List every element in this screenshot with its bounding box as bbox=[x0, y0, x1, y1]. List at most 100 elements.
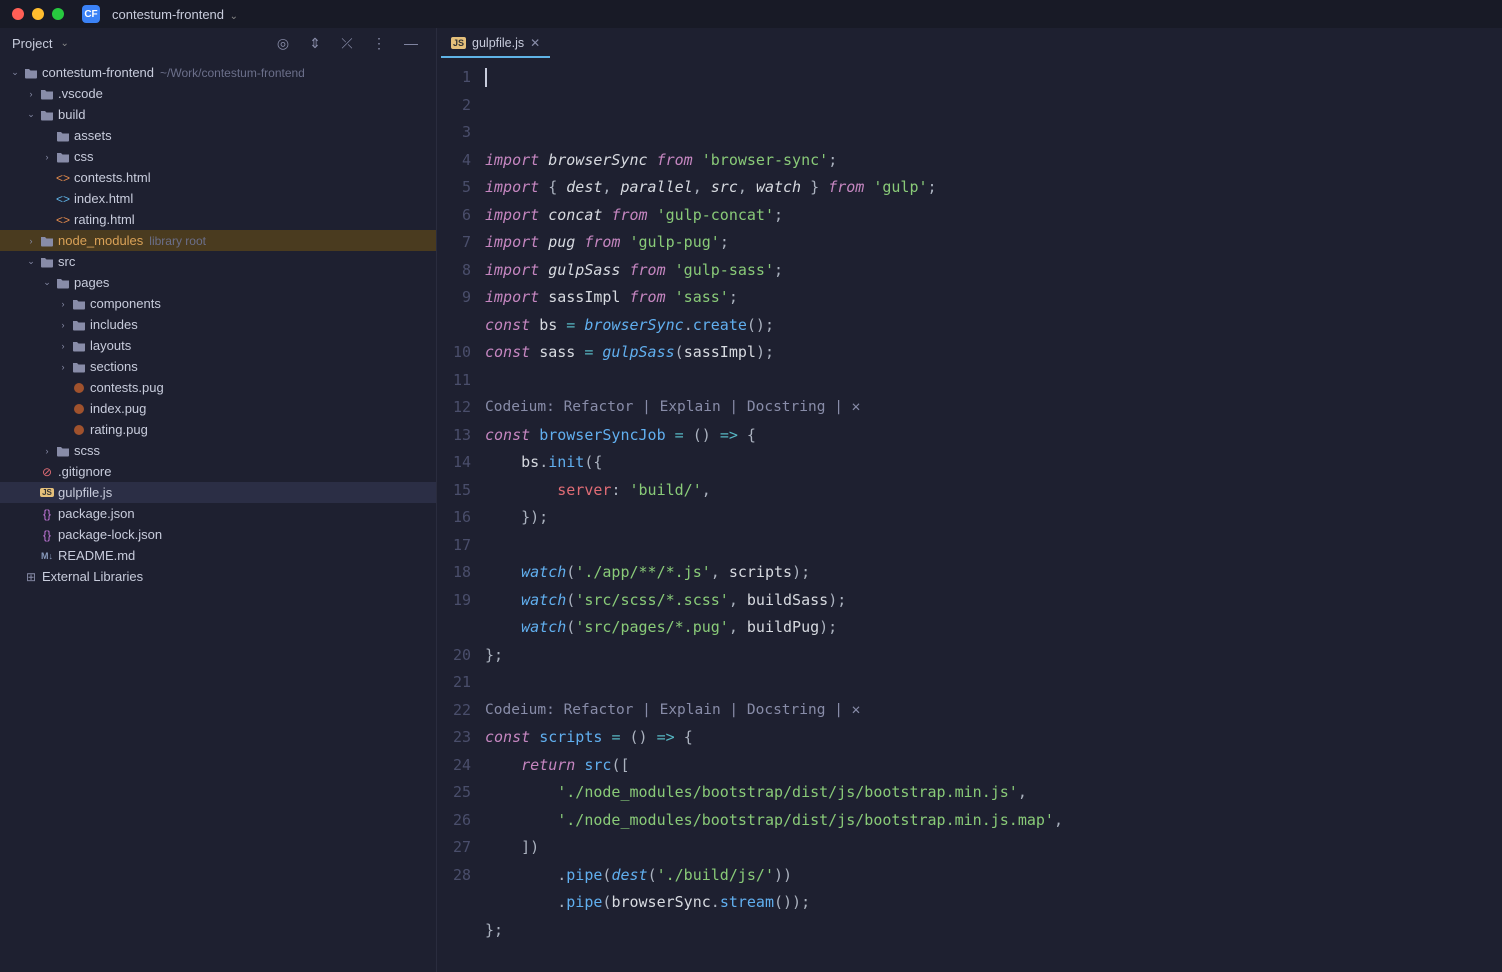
file-icon bbox=[70, 425, 88, 435]
code-line[interactable]: import sassImpl from 'sass'; bbox=[485, 284, 1502, 312]
app-title[interactable]: contestum-frontend ⌄ bbox=[112, 7, 238, 22]
tree-item[interactable]: <>rating.html bbox=[0, 209, 436, 230]
file-icon bbox=[38, 256, 56, 268]
maximize-window-button[interactable] bbox=[52, 8, 64, 20]
tree-item[interactable]: ›includes bbox=[0, 314, 436, 335]
hide-sidebar-icon[interactable]: — bbox=[398, 32, 424, 54]
code-line[interactable]: }; bbox=[485, 917, 1502, 945]
file-icon bbox=[70, 404, 88, 414]
tree-item[interactable]: ⊘.gitignore bbox=[0, 461, 436, 482]
tree-arrow-icon[interactable]: › bbox=[40, 446, 54, 456]
code-line[interactable]: import pug from 'gulp-pug'; bbox=[485, 229, 1502, 257]
file-icon: ⊞ bbox=[22, 570, 40, 584]
code-line[interactable] bbox=[485, 944, 1502, 972]
codelens[interactable]: Codeium: Refactor | Explain | Docstring … bbox=[485, 697, 1502, 725]
file-icon bbox=[54, 151, 72, 163]
tree-item[interactable]: ⌄src bbox=[0, 251, 436, 272]
file-icon bbox=[70, 340, 88, 352]
titlebar: CF contestum-frontend ⌄ bbox=[0, 0, 1502, 28]
project-header[interactable]: Project ⌄ ◎ ⇕ ⤫ ⋮ — bbox=[0, 28, 436, 58]
code-line[interactable]: watch('src/pages/*.pug', buildPug); bbox=[485, 614, 1502, 642]
tree-item[interactable]: <>index.html bbox=[0, 188, 436, 209]
code-line[interactable]: .pipe(dest('./build/js/')) bbox=[485, 862, 1502, 890]
options-icon[interactable]: ⋮ bbox=[366, 32, 392, 54]
tree-item[interactable]: index.pug bbox=[0, 398, 436, 419]
code-line[interactable]: import gulpSass from 'gulp-sass'; bbox=[485, 257, 1502, 285]
tree-item[interactable]: JSgulpfile.js bbox=[0, 482, 436, 503]
tree-item[interactable]: ⌄contestum-frontend~/Work/contestum-fron… bbox=[0, 62, 436, 83]
tree-item[interactable]: ›node_moduleslibrary root bbox=[0, 230, 436, 251]
tree-arrow-icon[interactable]: › bbox=[56, 320, 70, 330]
tree-item[interactable]: ⌄ pages bbox=[0, 272, 436, 293]
close-window-button[interactable] bbox=[12, 8, 24, 20]
tree-item[interactable]: {}package.json bbox=[0, 503, 436, 524]
code-line[interactable]: const bs = browserSync.create(); bbox=[485, 312, 1502, 340]
code-line[interactable]: bs.init({ bbox=[485, 449, 1502, 477]
tree-item[interactable]: <>contests.html bbox=[0, 167, 436, 188]
code-line[interactable]: }; bbox=[485, 642, 1502, 670]
tree-label: .gitignore bbox=[58, 464, 111, 479]
tree-item[interactable]: assets bbox=[0, 125, 436, 146]
tree-item[interactable]: ›sections bbox=[0, 356, 436, 377]
select-opened-file-icon[interactable]: ◎ bbox=[270, 32, 296, 54]
code-line[interactable]: server: 'build/', bbox=[485, 477, 1502, 505]
code-line[interactable]: import { dest, parallel, src, watch } fr… bbox=[485, 174, 1502, 202]
code-line[interactable]: './node_modules/bootstrap/dist/js/bootst… bbox=[485, 807, 1502, 835]
tree-arrow-icon[interactable]: ⌄ bbox=[40, 277, 54, 288]
tree-label: rating.pug bbox=[90, 422, 148, 437]
tree-item[interactable]: ⊞External Libraries bbox=[0, 566, 436, 587]
tree-item[interactable]: {}package-lock.json bbox=[0, 524, 436, 545]
code-line[interactable]: watch('src/scss/*.scss', buildSass); bbox=[485, 587, 1502, 615]
tree-item[interactable]: ›.vscode bbox=[0, 83, 436, 104]
tree-item[interactable]: contests.pug bbox=[0, 377, 436, 398]
code-line[interactable]: const sass = gulpSass(sassImpl); bbox=[485, 339, 1502, 367]
collapse-all-icon[interactable]: ⤫ bbox=[334, 32, 360, 54]
file-icon bbox=[70, 361, 88, 373]
chevron-down-icon: ⌄ bbox=[230, 11, 238, 22]
codelens[interactable]: Codeium: Refactor | Explain | Docstring … bbox=[485, 394, 1502, 422]
tree-label: pages bbox=[74, 275, 109, 290]
tree-arrow-icon[interactable]: ⌄ bbox=[24, 109, 38, 120]
tree-item[interactable]: ›scss bbox=[0, 440, 436, 461]
code-line[interactable]: './node_modules/bootstrap/dist/js/bootst… bbox=[485, 779, 1502, 807]
code-line[interactable] bbox=[485, 367, 1502, 395]
tree-item[interactable]: M↓README.md bbox=[0, 545, 436, 566]
code-line[interactable]: import browserSync from 'browser-sync'; bbox=[485, 147, 1502, 175]
tree-arrow-icon[interactable]: ⌄ bbox=[8, 67, 22, 78]
app-badge: CF bbox=[82, 5, 100, 23]
file-icon bbox=[70, 319, 88, 331]
tree-arrow-icon[interactable]: › bbox=[56, 362, 70, 372]
tree-arrow-icon[interactable]: › bbox=[56, 299, 70, 309]
code-line[interactable]: .pipe(browserSync.stream()); bbox=[485, 889, 1502, 917]
tree-arrow-icon[interactable]: › bbox=[40, 152, 54, 162]
tree-arrow-icon[interactable]: › bbox=[24, 89, 38, 99]
tree-item[interactable]: ›components bbox=[0, 293, 436, 314]
code-line[interactable]: ]) bbox=[485, 834, 1502, 862]
code-line[interactable]: watch('./app/**/*.js', scripts); bbox=[485, 559, 1502, 587]
tree-arrow-icon[interactable]: › bbox=[56, 341, 70, 351]
code-line[interactable]: return src([ bbox=[485, 752, 1502, 780]
expand-all-icon[interactable]: ⇕ bbox=[302, 32, 328, 54]
file-icon: M↓ bbox=[38, 551, 56, 561]
tree-arrow-icon[interactable]: › bbox=[24, 236, 38, 246]
code-line[interactable] bbox=[485, 532, 1502, 560]
code-line[interactable] bbox=[485, 669, 1502, 697]
tree-item[interactable]: ⌄build bbox=[0, 104, 436, 125]
tree-item[interactable]: ›layouts bbox=[0, 335, 436, 356]
tree-item[interactable]: ›css bbox=[0, 146, 436, 167]
code-line[interactable]: import concat from 'gulp-concat'; bbox=[485, 202, 1502, 230]
tree-item[interactable]: rating.pug bbox=[0, 419, 436, 440]
tree-arrow-icon[interactable]: ⌄ bbox=[24, 256, 38, 267]
editor-area: JS gulpfile.js ✕ 123456789 1011121314151… bbox=[437, 28, 1502, 972]
project-tree[interactable]: ⌄contestum-frontend~/Work/contestum-fron… bbox=[0, 58, 436, 972]
close-tab-icon[interactable]: ✕ bbox=[530, 36, 540, 50]
code-line[interactable]: }); bbox=[485, 504, 1502, 532]
tab-gulpfile[interactable]: JS gulpfile.js ✕ bbox=[441, 30, 550, 58]
file-icon bbox=[38, 109, 56, 121]
minimize-window-button[interactable] bbox=[32, 8, 44, 20]
tree-label: index.pug bbox=[90, 401, 146, 416]
code-line[interactable]: const scripts = () => { bbox=[485, 724, 1502, 752]
code-line[interactable]: const browserSyncJob = () => { bbox=[485, 422, 1502, 450]
code-content[interactable]: import browserSync from 'browser-sync';i… bbox=[485, 58, 1502, 972]
code-area[interactable]: 123456789 10111213141516171819 202122232… bbox=[437, 58, 1502, 972]
